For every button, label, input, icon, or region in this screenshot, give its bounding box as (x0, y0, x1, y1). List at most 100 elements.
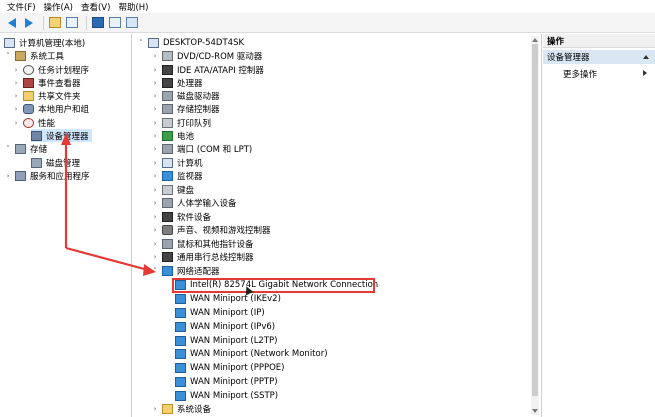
monitor-icon (126, 17, 138, 28)
chevron-right-icon[interactable]: › (12, 65, 20, 75)
chevron-right-icon[interactable]: › (4, 171, 12, 181)
back-button[interactable] (5, 16, 19, 30)
forward-button[interactable] (22, 16, 36, 30)
category-storage-controllers[interactable]: › 存储控制器 (151, 102, 220, 115)
tree-shared-folders[interactable]: › 共享文件夹 (12, 89, 81, 102)
category-usb[interactable]: › 通用串行总线控制器 (151, 250, 254, 263)
chevron-right-icon[interactable]: › (151, 104, 159, 114)
scroll-thumb[interactable] (532, 44, 538, 396)
category-battery[interactable]: › 电池 (151, 129, 194, 142)
category-label: 打印队列 (177, 118, 212, 129)
chevron-down-icon[interactable]: ˅ (151, 266, 159, 276)
category-computer[interactable]: › 计算机 (151, 156, 203, 169)
show-hide-tree-button[interactable] (65, 16, 79, 30)
menu-action[interactable]: 操作(A) (44, 1, 73, 13)
tree-device-manager[interactable]: 设备管理器 (31, 129, 92, 142)
collapse-icon[interactable] (643, 55, 649, 59)
properties-icon (109, 17, 121, 28)
adapter-wan-l2tp[interactable]: WAN Miniport (L2TP) (175, 334, 277, 347)
category-mice[interactable]: › 鼠标和其他指针设备 (151, 237, 254, 250)
actions-pane: 操作 设备管理器 更多操作 (543, 34, 655, 417)
adapter-wan-ikev2[interactable]: WAN Miniport (IKEv2) (175, 292, 281, 305)
chevron-right-icon[interactable]: › (151, 404, 159, 414)
more-actions-arrow-icon[interactable] (643, 70, 647, 76)
monitor-icon (162, 170, 173, 181)
chevron-right-icon[interactable]: › (12, 78, 20, 88)
category-system-devices[interactable]: › 系统设备 (151, 402, 211, 415)
chevron-right-icon[interactable]: › (151, 225, 159, 235)
chevron-right-icon[interactable]: › (151, 198, 159, 208)
tree-performance[interactable]: › 性能 (12, 116, 55, 129)
more-actions[interactable]: 更多操作 (563, 67, 597, 80)
help-button[interactable] (91, 16, 105, 30)
chevron-down-icon[interactable]: ˅ (137, 38, 145, 48)
storage-icon (15, 143, 26, 154)
scroll-down-arrow-icon[interactable] (532, 408, 538, 414)
scan-hardware-button[interactable] (125, 16, 139, 30)
tree-disk-management[interactable]: 磁盘管理 (31, 156, 80, 169)
tree-system-tools[interactable]: ˅ 系统工具 (4, 49, 64, 62)
chevron-right-icon[interactable]: › (151, 131, 159, 141)
adapter-wan-pptp[interactable]: WAN Miniport (PPTP) (175, 375, 278, 388)
chevron-right-icon[interactable]: › (151, 144, 159, 154)
event-viewer-label: 事件查看器 (38, 78, 81, 89)
tree-root[interactable]: 计算机管理(本地) (4, 36, 85, 49)
tree-event-viewer[interactable]: › 事件查看器 (12, 76, 81, 89)
category-hid[interactable]: › 人体学输入设备 (151, 196, 237, 209)
ide-controller-icon (162, 64, 173, 75)
adapter-wan-sstp[interactable]: WAN Miniport (SSTP) (175, 389, 278, 402)
properties-button[interactable] (108, 16, 122, 30)
chevron-down-icon[interactable]: ˅ (4, 144, 12, 154)
adapter-wan-ipv6[interactable]: WAN Miniport (IPv6) (175, 320, 275, 333)
chevron-down-icon[interactable]: ˅ (4, 51, 12, 61)
category-ide[interactable]: › IDE ATA/ATAPI 控制器 (151, 63, 264, 76)
adapter-label: WAN Miniport (PPPOE) (190, 362, 285, 373)
tree-task-scheduler[interactable]: › 任务计划程序 (12, 63, 89, 76)
vertical-scrollbar[interactable] (531, 36, 539, 415)
adapter-wan-pppoe[interactable]: WAN Miniport (PPPOE) (175, 361, 284, 374)
tree-services-apps[interactable]: › 服务和应用程序 (4, 169, 90, 182)
chevron-right-icon[interactable]: › (151, 118, 159, 128)
category-processor[interactable]: › 处理器 (151, 76, 203, 89)
menu-help[interactable]: 帮助(H) (118, 1, 148, 13)
system-tools-label: 系统工具 (30, 51, 65, 62)
tree-local-users[interactable]: › 本地用户和组 (12, 102, 89, 115)
up-folder-button[interactable] (48, 16, 62, 30)
chevron-right-icon[interactable]: › (151, 212, 159, 222)
chevron-right-icon[interactable]: › (151, 51, 159, 61)
chevron-right-icon[interactable]: › (151, 239, 159, 249)
actions-selected-item[interactable]: 设备管理器 (543, 50, 655, 64)
adapter-wan-ip[interactable]: WAN Miniport (IP) (175, 306, 265, 319)
chevron-right-icon[interactable]: › (12, 118, 20, 128)
category-ports[interactable]: › 端口 (COM 和 LPT) (151, 142, 252, 155)
category-software-devices[interactable]: › 软件设备 (151, 210, 211, 223)
chevron-right-icon[interactable]: › (151, 171, 159, 181)
tree-storage[interactable]: ˅ 存储 (4, 142, 47, 155)
scroll-up-arrow-icon[interactable] (532, 37, 538, 43)
network-card-icon (175, 321, 186, 332)
printer-icon (162, 117, 173, 128)
category-label: 人体学输入设备 (177, 198, 237, 209)
category-disk-drives[interactable]: › 磁盘驱动器 (151, 89, 220, 102)
chevron-right-icon[interactable]: › (12, 104, 20, 114)
category-print-queues[interactable]: › 打印队列 (151, 116, 211, 129)
chevron-right-icon[interactable]: › (151, 78, 159, 88)
chevron-right-icon[interactable]: › (151, 91, 159, 101)
chevron-right-icon[interactable]: › (151, 158, 159, 168)
category-keyboards[interactable]: › 键盘 (151, 183, 194, 196)
category-monitors[interactable]: › 监视器 (151, 169, 203, 182)
menu-view[interactable]: 查看(V) (81, 1, 110, 13)
software-device-icon (162, 211, 173, 222)
tools-icon (15, 50, 26, 61)
category-dvd[interactable]: › DVD/CD-ROM 驱动器 (151, 49, 262, 62)
chevron-right-icon[interactable]: › (151, 65, 159, 75)
chevron-right-icon[interactable]: › (151, 185, 159, 195)
device-root[interactable]: ˅ DESKTOP-54DT4SK (137, 36, 244, 49)
chevron-right-icon[interactable]: › (12, 91, 20, 101)
menu-file[interactable]: 文件(F) (7, 1, 36, 13)
adapter-wan-netmon[interactable]: WAN Miniport (Network Monitor) (175, 347, 328, 360)
category-network-adapters[interactable]: ˅ 网络适配器 (151, 264, 220, 277)
chevron-right-icon[interactable]: › (151, 252, 159, 262)
more-actions-label: 更多操作 (563, 69, 598, 80)
category-sound[interactable]: › 声音、视频和游戏控制器 (151, 223, 271, 236)
